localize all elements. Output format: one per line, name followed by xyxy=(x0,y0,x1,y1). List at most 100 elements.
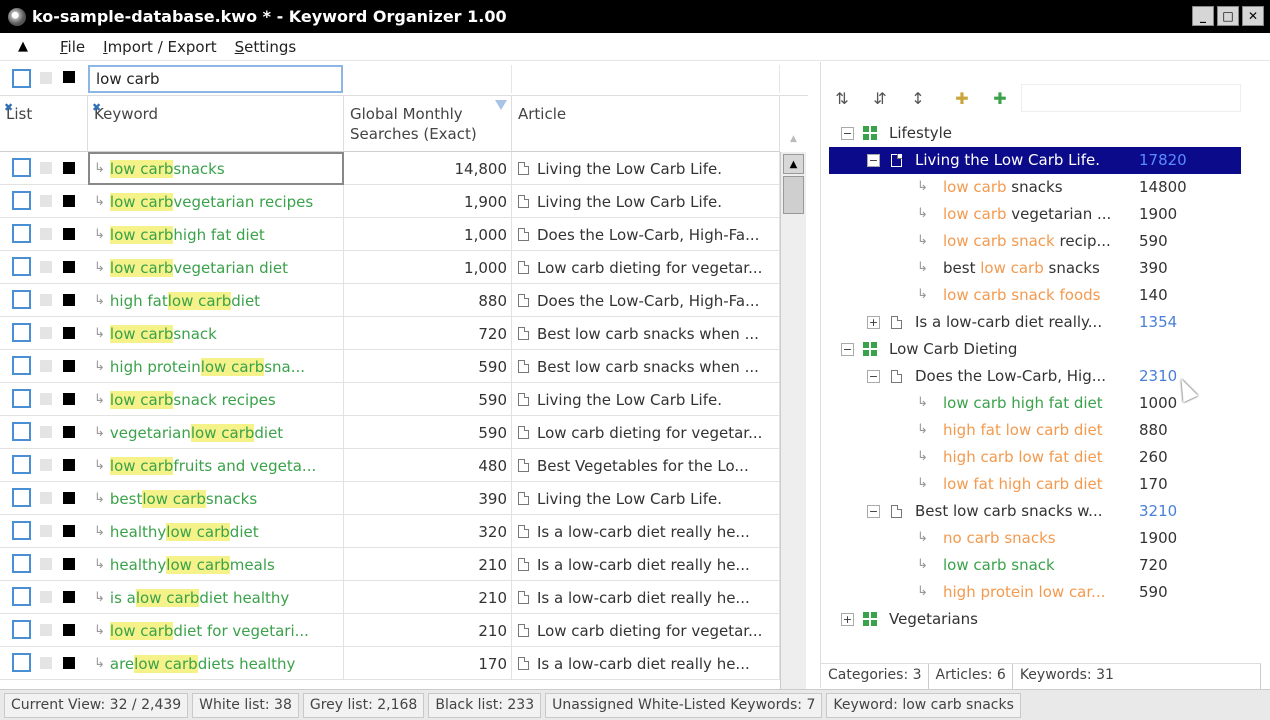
tree-node-category[interactable]: + Vegetarians xyxy=(821,606,1261,633)
article-cell[interactable]: Living the Low Carb Life. xyxy=(512,152,780,185)
tree-node-category[interactable]: − Low Carb Dieting xyxy=(821,336,1261,363)
white-list-checkbox[interactable] xyxy=(12,191,31,210)
white-list-checkbox[interactable] xyxy=(12,224,31,243)
collapse-icon[interactable]: − xyxy=(841,343,854,356)
searches-filter-cell[interactable] xyxy=(344,65,512,93)
article-cell[interactable]: Best Vegetables for the Lo... xyxy=(512,449,780,482)
table-row[interactable]: ↳ healthy low carb meals 210 Is a low-carb … xyxy=(0,548,780,581)
article-cell[interactable]: Is a low-carb diet really he... xyxy=(512,548,780,581)
white-list-checkbox[interactable] xyxy=(12,389,31,408)
black-list-toggle[interactable] xyxy=(63,459,75,471)
clear-filter-icon[interactable]: ✖ xyxy=(92,98,101,118)
grey-list-toggle[interactable] xyxy=(40,591,52,603)
grey-list-toggle[interactable] xyxy=(40,162,52,174)
tree-node-keyword[interactable]: ↳ no carb snacks 1900 xyxy=(821,525,1261,552)
tree-node-keyword[interactable]: ↳ low carb snack recip... 590 xyxy=(821,228,1261,255)
keyword-cell[interactable]: ↳ are low carb diets healthy xyxy=(88,647,344,680)
table-row[interactable]: ↳ low carb diet for vegetari... 210 Low car… xyxy=(0,614,780,647)
tree-node-keyword[interactable]: ↳ low fat high carb diet 170 xyxy=(821,471,1261,498)
grey-list-toggle[interactable] xyxy=(40,492,52,504)
tree-node-article[interactable]: + Is a low-carb diet really... 1354 xyxy=(821,309,1261,336)
add-category-icon[interactable]: ✚ xyxy=(987,86,1013,110)
black-list-toggle[interactable] xyxy=(63,492,75,504)
grey-list-toggle[interactable] xyxy=(40,558,52,570)
white-list-checkbox[interactable] xyxy=(12,158,31,177)
grey-list-toggle[interactable] xyxy=(40,426,52,438)
black-list-toggle[interactable] xyxy=(63,426,75,438)
black-list-toggle[interactable] xyxy=(63,657,75,669)
vertical-scrollbar[interactable]: ▲ ▼ xyxy=(780,152,806,720)
article-cell[interactable]: Is a low-carb diet really he... xyxy=(512,581,780,614)
filter-white-checkbox[interactable] xyxy=(12,69,31,88)
add-article-icon[interactable]: ✚ xyxy=(949,86,975,110)
tree-node-keyword[interactable]: ↳ high protein low car... 590 xyxy=(821,579,1261,606)
article-cell[interactable]: Does the Low-Carb, High-Fa... xyxy=(512,218,780,251)
black-list-toggle[interactable] xyxy=(63,525,75,537)
collapse-icon[interactable]: − xyxy=(841,127,854,140)
white-list-checkbox[interactable] xyxy=(12,323,31,342)
table-row[interactable]: ↳ vegetarian low carb diet 590 Low carb die… xyxy=(0,416,780,449)
tree-node-keyword[interactable]: ↳ low carb vegetarian ... 1900 xyxy=(821,201,1261,228)
menu-file[interactable]: File xyxy=(60,38,85,56)
article-cell[interactable]: Low carb dieting for vegetar... xyxy=(512,614,780,647)
table-row[interactable]: ↳ high protein low carb sna... 590 Best low… xyxy=(0,350,780,383)
white-list-checkbox[interactable] xyxy=(12,356,31,375)
keyword-cell[interactable]: ↳ high fat low carb diet xyxy=(88,284,344,317)
table-row[interactable]: ↳ are low carb diets healthy 170 Is a low-c… xyxy=(0,647,780,680)
tree-search-input[interactable] xyxy=(1021,84,1241,112)
keyword-cell[interactable]: ↳ healthy low carb diet xyxy=(88,515,344,548)
collapse-icon[interactable]: − xyxy=(867,154,880,167)
grey-list-toggle[interactable] xyxy=(40,327,52,339)
black-list-toggle[interactable] xyxy=(63,228,75,240)
article-cell[interactable]: Is a low-carb diet really he... xyxy=(512,515,780,548)
tree-node-article[interactable]: − Living the Low Carb Life. 17820 xyxy=(821,147,1261,174)
keyword-cell[interactable]: ↳ low carb high fat diet xyxy=(88,218,344,251)
keyword-cell[interactable]: ↳ healthy low carb meals xyxy=(88,548,344,581)
collapse-icon[interactable]: − xyxy=(867,370,880,383)
article-cell[interactable]: Is a low-carb diet really he... xyxy=(512,647,780,680)
expand-all-icon[interactable]: ⇵ xyxy=(867,86,893,110)
black-list-toggle[interactable] xyxy=(63,195,75,207)
white-list-checkbox[interactable] xyxy=(12,620,31,639)
column-header-list[interactable]: ✖ List xyxy=(0,96,88,152)
grey-list-toggle[interactable] xyxy=(40,459,52,471)
article-filter-cell[interactable] xyxy=(512,65,780,93)
keyword-cell[interactable]: ↳ low carb snack recipes xyxy=(88,383,344,416)
keyword-filter-input[interactable] xyxy=(88,65,343,93)
black-list-toggle[interactable] xyxy=(63,624,75,636)
white-list-checkbox[interactable] xyxy=(12,653,31,672)
tree-node-article[interactable]: − Does the Low-Carb, Hig... 2310 xyxy=(821,363,1261,390)
article-cell[interactable]: Low carb dieting for vegetar... xyxy=(512,416,780,449)
keyword-cell[interactable]: ↳ low carb vegetarian diet xyxy=(88,251,344,284)
table-row[interactable]: ↳ low carb fruits and vegeta... 480 Best Ve… xyxy=(0,449,780,482)
white-list-checkbox[interactable] xyxy=(12,488,31,507)
white-list-checkbox[interactable] xyxy=(12,455,31,474)
black-list-toggle[interactable] xyxy=(63,591,75,603)
tree-node-keyword[interactable]: ↳ low carb snack 720 xyxy=(821,552,1261,579)
white-list-checkbox[interactable] xyxy=(12,554,31,573)
filter-black-toggle[interactable] xyxy=(63,71,75,83)
grey-list-toggle[interactable] xyxy=(40,624,52,636)
grey-list-toggle[interactable] xyxy=(40,294,52,306)
article-cell[interactable]: Best low carb snacks when ... xyxy=(512,317,780,350)
black-list-toggle[interactable] xyxy=(63,327,75,339)
table-row[interactable]: ↳ low carb vegetarian diet 1,000 Low carb d… xyxy=(0,251,780,284)
keyword-cell[interactable]: ↳ best low carb snacks xyxy=(88,482,344,515)
minimize-button[interactable]: _ xyxy=(1192,6,1214,26)
black-list-toggle[interactable] xyxy=(63,261,75,273)
black-list-toggle[interactable] xyxy=(63,294,75,306)
white-list-checkbox[interactable] xyxy=(12,521,31,540)
black-list-toggle[interactable] xyxy=(63,162,75,174)
tree-node-category[interactable]: − Lifestyle xyxy=(821,120,1261,147)
column-header-searches[interactable]: Global Monthly Searches (Exact) xyxy=(344,96,512,152)
tree-node-keyword[interactable]: ↳ low carb snack foods 140 xyxy=(821,282,1261,309)
tree-node-keyword[interactable]: ↳ high fat low carb diet 880 xyxy=(821,417,1261,444)
black-list-toggle[interactable] xyxy=(63,558,75,570)
collapse-icon[interactable]: − xyxy=(867,505,880,518)
column-header-keyword[interactable]: ✖ Keyword xyxy=(88,96,344,152)
collapse-all-icon[interactable]: ↕ xyxy=(905,86,931,110)
keyword-cell[interactable]: ↳ low carb vegetarian recipes xyxy=(88,185,344,218)
keyword-cell[interactable]: ↳ low carb diet for vegetari... xyxy=(88,614,344,647)
white-list-checkbox[interactable] xyxy=(12,587,31,606)
grey-list-toggle[interactable] xyxy=(40,393,52,405)
